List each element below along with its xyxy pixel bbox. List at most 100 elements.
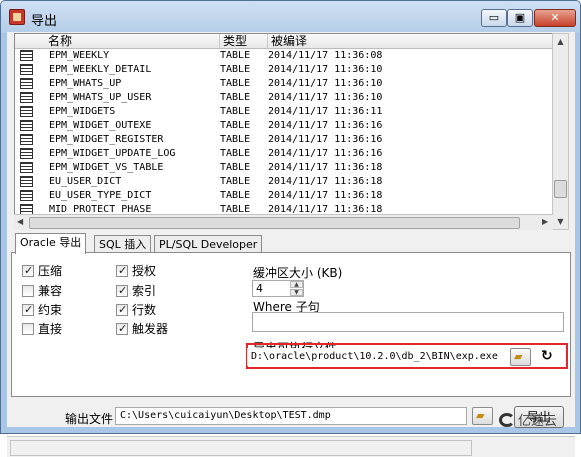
row-name: EPM_WIDGET_OUTEXE — [49, 120, 152, 131]
output-file-label: 输出文件 — [65, 412, 114, 426]
title-bar[interactable]: 导出 ▭ ▣ ✕ — [1, 1, 580, 33]
checkbox-label: 约束 — [38, 303, 63, 317]
status-panel — [10, 440, 472, 456]
row-type: TABLE — [220, 190, 251, 201]
scroll-down-arrow-icon[interactable]: ▼ — [553, 214, 568, 229]
maximize-icon: ▣ — [514, 11, 526, 24]
table-icon — [20, 134, 33, 145]
refresh-icon[interactable]: ↻ — [541, 347, 557, 365]
scroll-left-arrow-icon[interactable]: ◀ — [17, 217, 23, 226]
table-row[interactable]: EPM_WIDGET_UPDATE_LOG TABLE 2014/11/17 11:… — [15, 147, 559, 161]
table-row[interactable]: EPM_WIDGET_OUTEXE TABLE 2014/11/17 11:36:1… — [15, 119, 559, 133]
row-type: TABLE — [220, 64, 251, 75]
row-compiled: 2014/11/17 11:36:16 — [268, 148, 383, 159]
list-horizontal-scrollbar[interactable]: ◀ ▶ — [14, 214, 553, 230]
table-row[interactable]: EPM_WIDGETS TABLE 2014/11/17 11:36:11 — [15, 105, 559, 119]
watermark: 亿速云 — [499, 410, 558, 429]
checkbox-mark — [116, 263, 128, 278]
checkbox-label: 行数 — [132, 303, 157, 317]
row-name: EPM_WIDGETS — [49, 106, 116, 117]
tab-sql-insert[interactable]: SQL 插入 — [94, 235, 152, 253]
buffer-size-value: 4 — [256, 282, 263, 295]
table-icon — [20, 120, 33, 131]
checkbox-label: 直接 — [38, 322, 63, 336]
maximize-button[interactable]: ▣ — [507, 9, 533, 27]
row-compiled: 2014/11/17 11:36:16 — [268, 120, 383, 131]
browse-executable-button[interactable]: ▰ — [510, 348, 531, 366]
object-list[interactable]: 名称 类型 被编译 EPM_WEEKLY TABLE 2014/11/17 11:3… — [14, 33, 560, 230]
row-compiled: 2014/11/17 11:36:16 — [268, 134, 383, 145]
checkbox-mark — [116, 321, 128, 336]
vertical-scroll-thumb[interactable] — [554, 180, 567, 198]
table-icon — [20, 50, 33, 61]
row-type: TABLE — [220, 176, 251, 187]
row-name: EPM_WIDGET_VS_TABLE — [49, 162, 164, 173]
table-row[interactable]: EU_USER_DICT TABLE 2014/11/17 11:36:18 — [15, 175, 559, 189]
checkbox-label: 索引 — [132, 284, 157, 298]
row-name: EU_USER_TYPE_DICT — [49, 190, 152, 201]
spin-down-icon[interactable]: ▼ — [290, 289, 303, 296]
table-icon — [20, 190, 33, 201]
tab-plsql-developer[interactable]: PL/SQL Developer — [154, 235, 263, 253]
table-icon — [20, 106, 33, 117]
row-compiled: 2014/11/17 11:36:18 — [268, 190, 383, 201]
scroll-up-arrow-icon[interactable]: ▲ — [553, 34, 568, 49]
row-type: TABLE — [220, 92, 251, 103]
column-compiled-header[interactable]: 被编译 — [268, 34, 559, 49]
watermark-text: 亿速云 — [518, 414, 558, 429]
scroll-right-arrow-icon[interactable]: ▶ — [542, 217, 548, 226]
row-compiled: 2014/11/17 11:36:10 — [268, 64, 383, 75]
row-type: TABLE — [220, 106, 251, 117]
checkbox-mark — [22, 285, 34, 297]
horizontal-scroll-thumb[interactable] — [29, 217, 520, 229]
browse-output-button[interactable]: ▰ — [472, 407, 493, 425]
table-row[interactable]: EPM_WHATS_UP_USER TABLE 2014/11/17 11:36:1… — [15, 91, 559, 105]
row-name: EPM_WHATS_UP_USER — [49, 92, 152, 103]
row-compiled: 2014/11/17 11:36:11 — [268, 106, 383, 117]
column-name-header[interactable]: 名称 — [45, 34, 220, 49]
row-type: TABLE — [220, 78, 251, 89]
checkbox-label: 触发器 — [132, 322, 169, 336]
minimize-icon: ▭ — [488, 11, 500, 24]
table-icon — [20, 92, 33, 103]
where-clause-input[interactable] — [252, 312, 564, 332]
checkbox-label: 压缩 — [38, 264, 63, 278]
close-icon: ✕ — [550, 11, 560, 24]
table-row[interactable]: EPM_WIDGET_VS_TABLE TABLE 2014/11/17 11:36… — [15, 161, 559, 175]
row-compiled: 2014/11/17 11:36:10 — [268, 78, 383, 89]
minimize-button[interactable]: ▭ — [481, 9, 507, 27]
status-bar — [7, 436, 575, 457]
row-compiled: 2014/11/17 11:36:18 — [268, 176, 383, 187]
table-row[interactable]: EPM_WIDGET_REGISTER TABLE 2014/11/17 11:36… — [15, 133, 559, 147]
close-button[interactable]: ✕ — [534, 9, 576, 27]
export-tabs: Oracle 导出 SQL 插入 PL/SQL Developer — [11, 233, 571, 254]
folder-open-icon: ▰ — [476, 409, 485, 422]
tab-oracle-export[interactable]: Oracle 导出 — [15, 233, 87, 254]
table-row[interactable]: EU_USER_TYPE_DICT TABLE 2014/11/17 11:36:1… — [15, 189, 559, 203]
row-type: TABLE — [220, 148, 251, 159]
row-compiled: 2014/11/17 11:36:10 — [268, 92, 383, 103]
column-type-header[interactable]: 类型 — [220, 34, 268, 49]
list-rows: EPM_WEEKLY TABLE 2014/11/17 11:36:08 EPM_WE… — [15, 49, 559, 217]
table-icon — [20, 148, 33, 159]
row-compiled: 2014/11/17 11:36:18 — [268, 162, 383, 173]
row-name: EPM_WIDGET_UPDATE_LOG — [49, 148, 176, 159]
table-row[interactable]: EPM_WEEKLY TABLE 2014/11/17 11:36:08 — [15, 49, 559, 63]
checkbox-label: 兼容 — [38, 284, 63, 298]
app-icon — [9, 9, 25, 25]
output-file-field[interactable]: C:\Users\cuicaiyun\Desktop\TEST.dmp — [115, 407, 467, 425]
table-icon — [20, 176, 33, 187]
spin-up-icon[interactable]: ▲ — [290, 281, 303, 288]
row-compiled: 2014/11/17 11:36:08 — [268, 50, 383, 61]
executable-path-field[interactable]: D:\oracle\product\10.2.0\db_2\BIN\exp.ex… — [247, 348, 505, 366]
oracle-export-panel: 压缩 兼容 约束 直接 授权 索引 行数 触发器 缓冲区大小 (KB) 4 ▲ … — [11, 252, 571, 397]
table-row[interactable]: EPM_WHATS_UP TABLE 2014/11/17 11:36:10 — [15, 77, 559, 91]
row-type: TABLE — [220, 50, 251, 61]
row-name: EPM_WEEKLY_DETAIL — [49, 64, 152, 75]
buffer-size-spinner[interactable]: 4 ▲ ▼ — [252, 280, 304, 297]
table-row[interactable]: EPM_WEEKLY_DETAIL TABLE 2014/11/17 11:36:1… — [15, 63, 559, 77]
list-vertical-scrollbar[interactable]: ▲ ▼ — [552, 33, 569, 230]
buffer-size-label: 缓冲区大小 (KB) — [253, 266, 343, 280]
table-icon — [20, 78, 33, 89]
row-type: TABLE — [220, 120, 251, 131]
